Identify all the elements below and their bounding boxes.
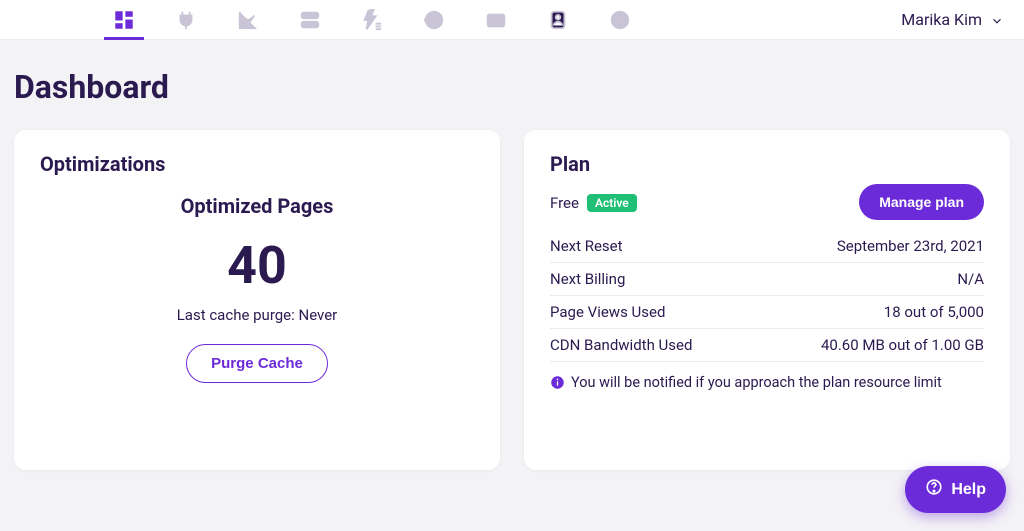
plan-title: Plan bbox=[550, 152, 984, 176]
plan-card: Plan Free Active Manage plan Next Reset … bbox=[524, 130, 1010, 470]
plan-row-label: Page Views Used bbox=[550, 303, 665, 321]
plan-row-page-views: Page Views Used 18 out of 5,000 bbox=[550, 296, 984, 329]
info-icon bbox=[550, 375, 565, 390]
help-label: Help bbox=[951, 481, 986, 499]
top-nav: Marika Kim bbox=[0, 0, 1024, 40]
plan-row-label: Next Billing bbox=[550, 270, 625, 288]
card-icon bbox=[485, 9, 507, 31]
optimizations-title: Optimizations bbox=[40, 152, 474, 176]
nav-analytics[interactable] bbox=[234, 0, 262, 39]
nav-servers[interactable] bbox=[296, 0, 324, 39]
optimized-pages-count: 40 bbox=[40, 240, 474, 292]
plan-notice-text: You will be notified if you approach the… bbox=[571, 374, 942, 391]
plan-notice: You will be notified if you approach the… bbox=[550, 374, 984, 391]
help-button[interactable]: Help bbox=[905, 466, 1006, 513]
plan-row-next-billing: Next Billing N/A bbox=[550, 263, 984, 296]
nav-account[interactable] bbox=[544, 0, 572, 39]
user-name: Marika Kim bbox=[901, 10, 982, 29]
plan-row-value: 18 out of 5,000 bbox=[884, 303, 984, 321]
user-icon bbox=[547, 9, 569, 31]
plan-name: Free bbox=[550, 194, 579, 212]
nav-icons bbox=[110, 0, 634, 39]
nav-help[interactable] bbox=[606, 0, 634, 39]
nav-history[interactable] bbox=[420, 0, 448, 39]
page-title: Dashboard bbox=[14, 68, 1010, 106]
plan-row-value: September 23rd, 2021 bbox=[837, 237, 984, 255]
plan-row-cdn-bandwidth: CDN Bandwidth Used 40.60 MB out of 1.00 … bbox=[550, 329, 984, 362]
help-question-icon bbox=[925, 478, 943, 501]
plug-icon bbox=[175, 9, 197, 31]
last-cache-purge: Last cache purge: Never bbox=[40, 306, 474, 324]
plan-row-label: CDN Bandwidth Used bbox=[550, 336, 692, 354]
optimized-pages-label: Optimized Pages bbox=[40, 194, 474, 218]
user-menu[interactable]: Marika Kim bbox=[901, 10, 1004, 29]
server-icon bbox=[299, 9, 321, 31]
status-badge: Active bbox=[587, 194, 637, 212]
nav-cache[interactable] bbox=[358, 0, 386, 39]
plan-row-value: N/A bbox=[957, 270, 984, 288]
history-icon bbox=[423, 9, 445, 31]
purge-cache-button[interactable]: Purge Cache bbox=[186, 344, 328, 383]
question-icon bbox=[609, 9, 631, 31]
bolt-settings-icon bbox=[361, 9, 383, 31]
plan-rows: Next Reset September 23rd, 2021 Next Bil… bbox=[550, 230, 984, 362]
plan-row-label: Next Reset bbox=[550, 237, 623, 255]
plan-row-next-reset: Next Reset September 23rd, 2021 bbox=[550, 230, 984, 263]
chevron-down-icon bbox=[990, 13, 1004, 27]
dashboard-icon bbox=[113, 9, 135, 31]
chart-icon bbox=[237, 9, 259, 31]
nav-billing[interactable] bbox=[482, 0, 510, 39]
optimizations-card: Optimizations Optimized Pages 40 Last ca… bbox=[14, 130, 500, 470]
nav-dashboard[interactable] bbox=[110, 0, 138, 39]
nav-plugins[interactable] bbox=[172, 0, 200, 39]
manage-plan-button[interactable]: Manage plan bbox=[859, 184, 984, 220]
plan-row-value: 40.60 MB out of 1.00 GB bbox=[821, 336, 984, 354]
